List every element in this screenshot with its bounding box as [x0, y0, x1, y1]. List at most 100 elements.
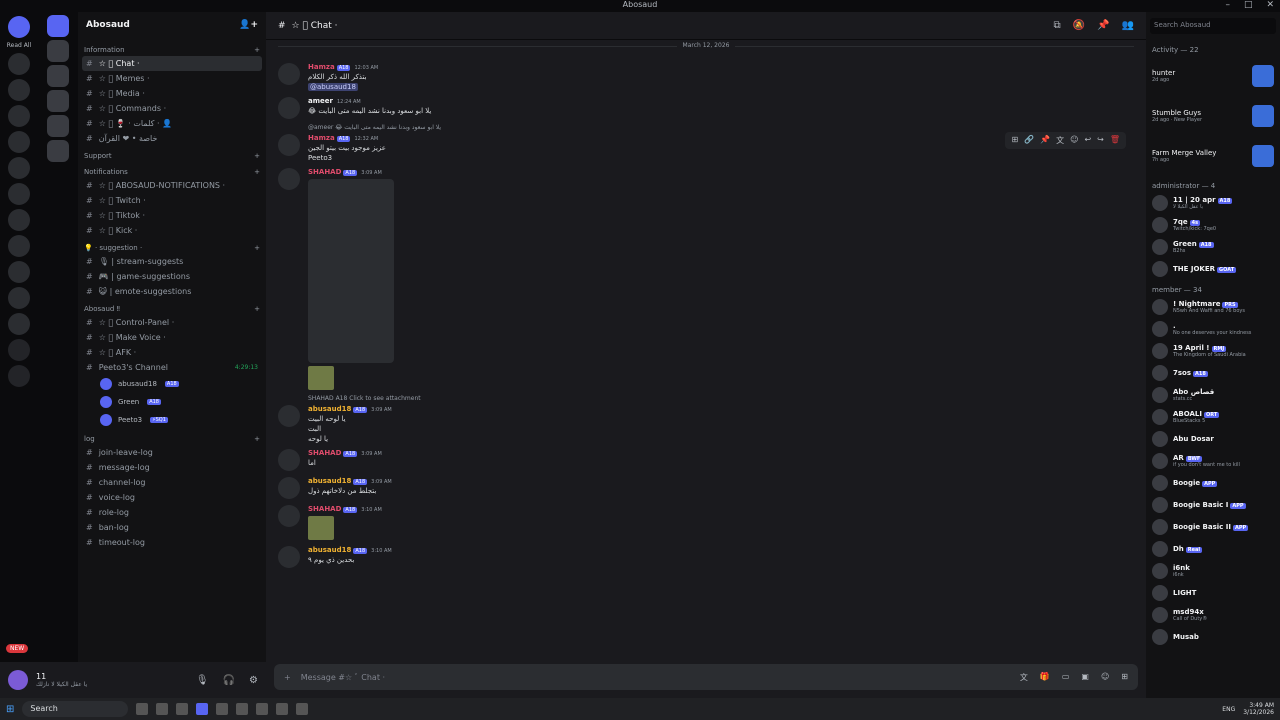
windows-icon[interactable]: ⊞ [6, 704, 14, 715]
activity-card[interactable]: Stumble Guys 2d ago · New Player [1146, 96, 1280, 136]
language-indicator[interactable]: ENG [1222, 706, 1235, 713]
app-icon[interactable] [236, 703, 249, 715]
server-icon[interactable] [8, 261, 30, 283]
maximize-icon[interactable]: □ [1244, 0, 1253, 10]
category-header[interactable]: Information + [78, 40, 266, 56]
member-item[interactable]: Dh Real [1146, 538, 1280, 560]
channel-item[interactable]: # message-log [78, 460, 266, 475]
members-icon[interactable]: 👥 [1122, 20, 1134, 31]
microphone-icon[interactable]: 🎙 [196, 675, 209, 686]
voice-user[interactable]: Peeto3 ⚡SQ1 [78, 411, 266, 429]
activity-card[interactable]: Farm Merge Valley 7h ago [1146, 136, 1280, 176]
app-icon[interactable] [156, 703, 169, 715]
translate-icon[interactable]: 文 [1056, 135, 1064, 146]
server-header[interactable]: Abosaud 👤+ [78, 12, 266, 40]
server-icon[interactable] [47, 65, 69, 87]
app-icon[interactable] [276, 703, 289, 715]
add-channel-icon[interactable]: + [254, 46, 260, 54]
member-item[interactable]: AR BWF if you don't want me to kill [1146, 450, 1280, 472]
headphones-icon[interactable]: 🎧 [223, 675, 235, 686]
apps-icon[interactable]: ⊞ [1121, 672, 1128, 683]
app-icon[interactable] [176, 703, 189, 715]
message-author[interactable]: abusaud18 [308, 546, 351, 554]
server-icon[interactable] [47, 115, 69, 137]
member-item[interactable]: Boogie APP [1146, 472, 1280, 494]
message-author[interactable]: SHAHAD [308, 168, 341, 176]
member-item[interactable]: Green A18 B2hs [1146, 236, 1280, 258]
discord-home-icon[interactable] [8, 16, 30, 38]
activity-card[interactable]: hunter 2d ago [1146, 56, 1280, 96]
discover-icon[interactable] [8, 365, 30, 387]
channel-item[interactable]: # ☆ ﾞ Make Voice · [78, 330, 266, 345]
search-input[interactable]: Search Abosaud [1150, 18, 1276, 34]
user-mention[interactable]: @abusaud18 [308, 83, 358, 91]
member-item[interactable]: 19 April ! RMJ The Kingdom of Saudi Arabia [1146, 340, 1280, 362]
channel-item[interactable]: # ☆ ﾞ Kick · [78, 223, 266, 238]
delete-icon[interactable]: 🗑 [1110, 135, 1120, 146]
category-header[interactable]: 💡 · suggestion · + [78, 238, 266, 254]
category-header[interactable]: Abosaud ‼ + [78, 299, 266, 315]
server-icon[interactable] [8, 287, 30, 309]
server-icon[interactable] [8, 105, 30, 127]
server-icon[interactable] [8, 157, 30, 179]
server-icon[interactable] [8, 53, 30, 75]
channel-item[interactable]: # ☆ ﾞ Memes · [78, 71, 266, 86]
voice-user[interactable]: Green A18 [78, 393, 266, 411]
message-input[interactable]: + Message #☆ ﾞ Chat · 文 🎁 ▭ ▣ ☺ ⊞ [274, 664, 1138, 690]
channel-item[interactable]: # ☆ ﾞ 🍷 · كلمات · 👤 [78, 116, 266, 131]
image-attachment[interactable] [308, 179, 394, 363]
gear-icon[interactable]: ⚙ [249, 675, 258, 686]
gif-icon[interactable]: ▭ [1062, 672, 1070, 683]
add-server-icon[interactable] [8, 339, 30, 361]
member-item[interactable]: 7sos A18 [1146, 362, 1280, 384]
read-all-label[interactable]: Read All [0, 42, 38, 49]
channel-item[interactable]: # ☆ ﾞ Tiktok · [78, 208, 266, 223]
voice-user[interactable]: abusaud18 A18 [78, 375, 266, 393]
message-author[interactable]: Hamza [308, 134, 335, 142]
member-item[interactable]: THE JOKER GOAT [1146, 258, 1280, 280]
avatar[interactable] [278, 134, 300, 156]
app-icon[interactable] [216, 703, 229, 715]
forward-icon[interactable]: ↪ [1097, 135, 1104, 146]
minimize-icon[interactable]: – [1225, 0, 1230, 10]
taskbar-search[interactable]: Search [22, 701, 129, 717]
pin-icon[interactable]: 📌 [1097, 20, 1109, 31]
sticker-icon[interactable]: ▣ [1081, 672, 1089, 683]
avatar[interactable] [8, 670, 28, 690]
member-item[interactable]: LIGHT [1146, 582, 1280, 604]
channel-item[interactable]: # 🎮 | game-suggestions [78, 269, 266, 284]
channel-item[interactable]: # ☆ ﾞ Control-Panel · [78, 315, 266, 330]
channel-item[interactable]: # ban-log [78, 520, 266, 535]
member-item[interactable]: msd94x Call of Duty® [1146, 604, 1280, 626]
message-author[interactable]: SHAHAD [308, 505, 341, 513]
avatar[interactable] [278, 405, 300, 427]
member-item[interactable]: . No one deserves your kindness [1146, 318, 1280, 340]
avatar[interactable] [278, 449, 300, 471]
avatar[interactable] [278, 477, 300, 499]
message-author[interactable]: Hamza [308, 63, 335, 71]
reply-preview[interactable]: @ameer 😂 يلا ابو سعود وبدنا نشد اليمه مت… [266, 122, 1146, 131]
channel-item[interactable]: # Peeto3's Channel 4:29:13 [78, 360, 266, 375]
avatar[interactable] [278, 63, 300, 85]
channel-item[interactable]: # خاصة • ❤ القرآن [78, 131, 266, 146]
mute-icon[interactable]: 🔕 [1073, 20, 1085, 31]
channel-item[interactable]: # join-leave-log [78, 445, 266, 460]
member-item[interactable]: Musab [1146, 626, 1280, 648]
server-icon[interactable] [47, 90, 69, 112]
avatar[interactable] [278, 546, 300, 568]
server-icon[interactable] [8, 79, 30, 101]
image-thumbnail[interactable] [308, 516, 334, 540]
message-author[interactable]: ameer [308, 97, 333, 105]
add-channel-icon[interactable]: + [254, 168, 260, 176]
avatar[interactable] [278, 168, 300, 190]
server-icon[interactable] [8, 209, 30, 231]
discord-app-icon[interactable] [196, 703, 209, 715]
app-icon[interactable] [136, 703, 149, 715]
thread-icon[interactable]: ⊞ [1011, 135, 1018, 146]
member-item[interactable]: i6nk i6nk [1146, 560, 1280, 582]
emoji-icon[interactable]: ☺ [1101, 672, 1109, 683]
clock-time[interactable]: 3:49 AM [1243, 702, 1274, 709]
channel-item[interactable]: # channel-log [78, 475, 266, 490]
add-channel-icon[interactable]: + [254, 305, 260, 313]
reply-preview[interactable]: SHAHAD A18 Click to see attachment [266, 393, 1146, 402]
